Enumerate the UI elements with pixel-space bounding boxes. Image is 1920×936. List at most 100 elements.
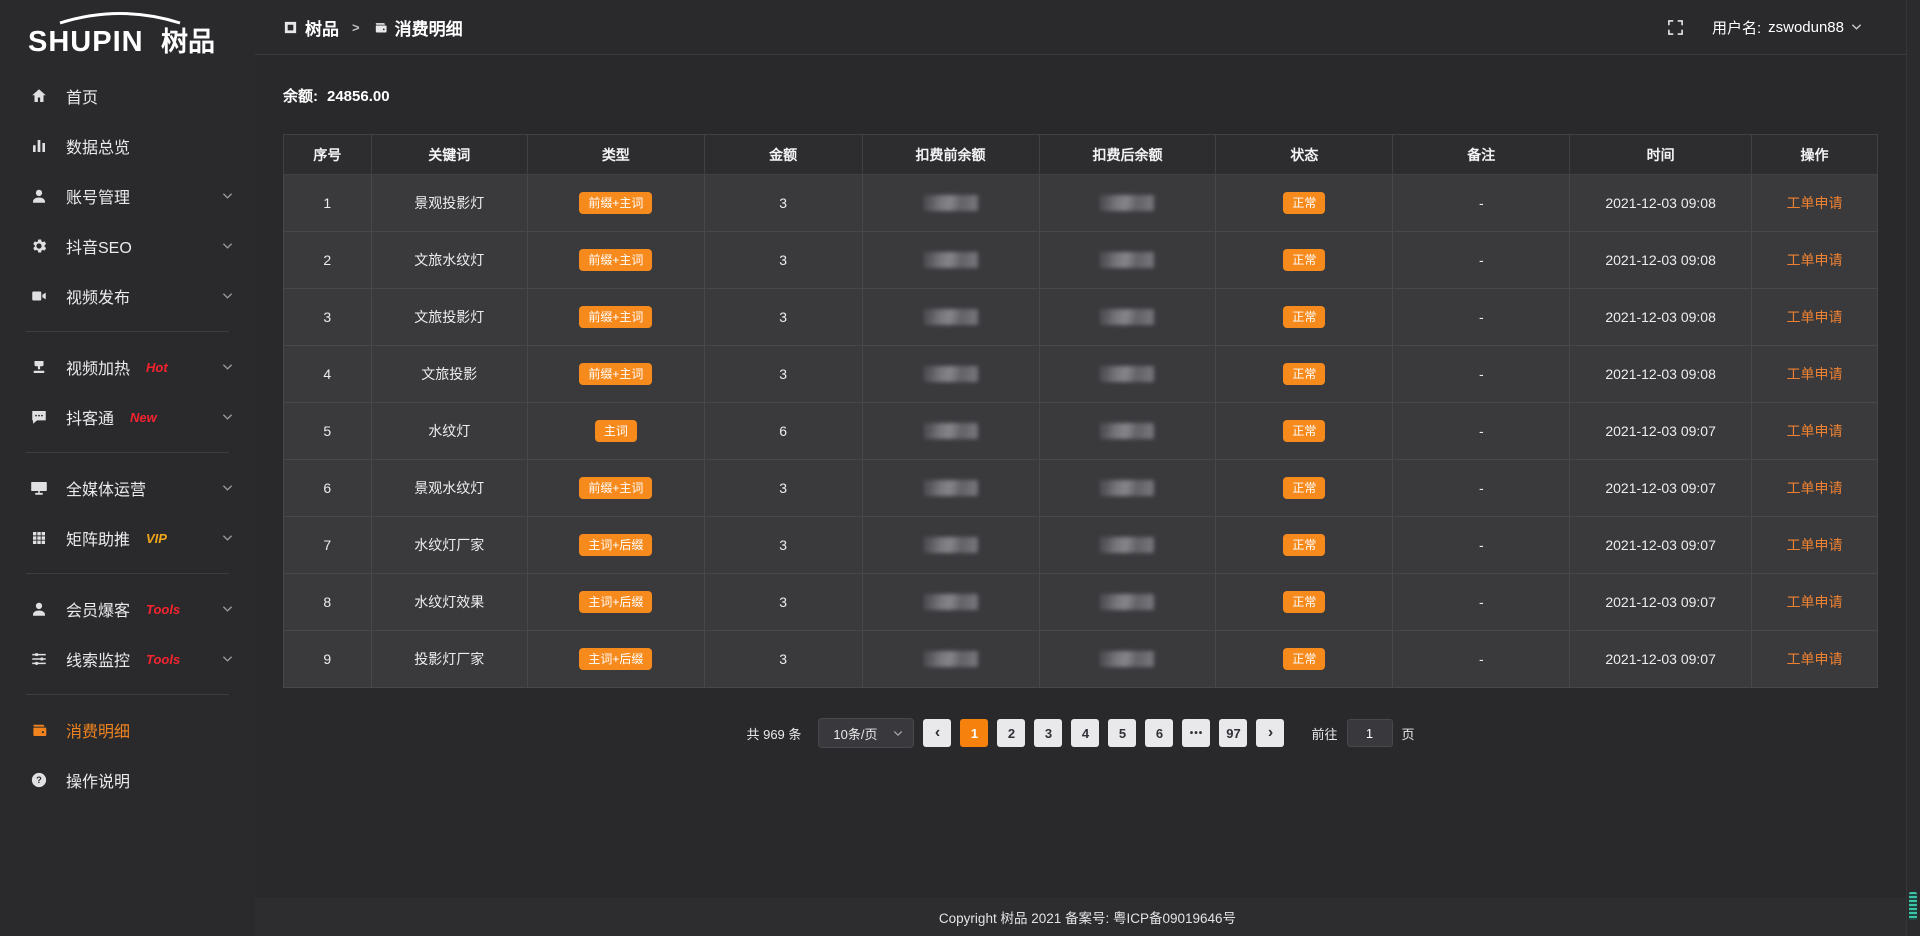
sidebar-item-label: 视频发布 — [66, 284, 130, 308]
masked-value — [924, 480, 978, 496]
page-button-1[interactable]: 1 — [960, 719, 988, 747]
chevron-down-icon — [222, 242, 233, 250]
cell-seq: 5 — [284, 403, 372, 460]
sidebar-item-consumption-detail[interactable]: 消费明细 — [0, 705, 255, 755]
masked-value — [1100, 594, 1154, 610]
type-badge: 前缀+主词 — [579, 306, 652, 328]
work-order-apply-link[interactable]: 工单申请 — [1786, 537, 1842, 553]
prev-page-button[interactable]: ‹ — [923, 719, 951, 747]
page-scrollbar[interactable] — [1906, 0, 1920, 936]
work-order-apply-link[interactable]: 工单申请 — [1786, 309, 1842, 325]
user-menu[interactable]: 用户名: zswodun88 — [1712, 17, 1862, 38]
cell-balance-before — [862, 175, 1039, 232]
sidebar-item-clue-monitor[interactable]: 线索监控Tools — [0, 634, 255, 684]
masked-value — [924, 594, 978, 610]
cell-balance-after — [1039, 517, 1216, 574]
work-order-apply-link[interactable]: 工单申请 — [1786, 366, 1842, 382]
next-page-button[interactable]: › — [1256, 719, 1284, 747]
page-button-5[interactable]: 5 — [1108, 719, 1136, 747]
page-list: 123456 ••• 97 — [960, 719, 1247, 747]
cell-status: 正常 — [1216, 460, 1393, 517]
cell-type: 前缀+主词 — [527, 346, 704, 403]
cell-action: 工单申请 — [1751, 289, 1877, 346]
table-row: 8水纹灯效果主词+后缀3正常-2021-12-03 09:07工单申请 — [284, 574, 1878, 631]
cell-balance-after — [1039, 403, 1216, 460]
masked-value — [924, 252, 978, 268]
wallet-icon — [373, 20, 388, 35]
cell-balance-before — [862, 232, 1039, 289]
footer: Copyright 树品 2021 备案号: 粤ICP备09019646号 — [255, 898, 1920, 936]
cell-action: 工单申请 — [1751, 574, 1877, 631]
page-button-3[interactable]: 3 — [1034, 719, 1062, 747]
cell-keyword: 景观投影灯 — [371, 175, 527, 232]
type-badge: 主词+后缀 — [579, 648, 652, 670]
cell-seq: 6 — [284, 460, 372, 517]
cell-seq: 7 — [284, 517, 372, 574]
gear-icon — [30, 236, 50, 256]
sidebar-item-label: 抖音SEO — [66, 234, 132, 258]
work-order-apply-link[interactable]: 工单申请 — [1786, 252, 1842, 268]
type-badge: 主词 — [595, 420, 637, 442]
cell-time: 2021-12-03 09:07 — [1570, 631, 1752, 688]
sidebar-item-video-publish[interactable]: 视频发布 — [0, 271, 255, 321]
column-header-amount: 金额 — [704, 135, 862, 175]
video-camera-icon — [30, 286, 50, 306]
shupin-logo: SHUPIN 树品 — [0, 0, 255, 71]
sidebar-item-douyin-seo[interactable]: 抖音SEO — [0, 221, 255, 271]
sidebar-item-data-overview[interactable]: 数据总览 — [0, 121, 255, 171]
breadcrumb-item-shupin[interactable]: 树品 — [283, 15, 339, 40]
goto-page-input[interactable] — [1347, 719, 1393, 747]
cell-action: 工单申请 — [1751, 346, 1877, 403]
heat-icon — [30, 357, 50, 377]
sidebar-item-account-management[interactable]: 账号管理 — [0, 171, 255, 221]
cell-note: - — [1393, 289, 1570, 346]
page-button-4[interactable]: 4 — [1071, 719, 1099, 747]
logo-text-cn: 树品 — [161, 27, 215, 57]
status-badge: 正常 — [1283, 249, 1325, 271]
sidebar-item-tag: Tools — [146, 652, 180, 667]
ellipsis-button[interactable]: ••• — [1182, 719, 1210, 747]
status-badge: 正常 — [1283, 363, 1325, 385]
work-order-apply-link[interactable]: 工单申请 — [1786, 651, 1842, 667]
cell-status: 正常 — [1216, 232, 1393, 289]
page-button-2[interactable]: 2 — [997, 719, 1025, 747]
cell-balance-after — [1039, 289, 1216, 346]
page-button-97[interactable]: 97 — [1219, 719, 1247, 747]
cell-amount: 6 — [704, 403, 862, 460]
sidebar-item-member-baoke[interactable]: 会员爆客Tools — [0, 584, 255, 634]
work-order-apply-link[interactable]: 工单申请 — [1786, 195, 1842, 211]
sidebar-item-video-heat[interactable]: 视频加热 Hot — [0, 342, 255, 392]
work-order-apply-link[interactable]: 工单申请 — [1786, 480, 1842, 496]
user-icon — [30, 186, 50, 206]
column-header-action: 操作 — [1751, 135, 1877, 175]
work-order-apply-link[interactable]: 工单申请 — [1786, 594, 1842, 610]
page-button-6[interactable]: 6 — [1145, 719, 1173, 747]
page-size-select[interactable]: 10条/页 — [818, 718, 914, 748]
cell-keyword: 水纹灯 — [371, 403, 527, 460]
sidebar-item-all-media-operation[interactable]: 全媒体运营 — [0, 463, 255, 513]
sidebar-item-matrix-boost[interactable]: 矩阵助推VIP — [0, 513, 255, 563]
cell-balance-before — [862, 403, 1039, 460]
chevron-down-icon — [222, 292, 233, 300]
cell-keyword: 水纹灯效果 — [371, 574, 527, 631]
masked-value — [924, 651, 978, 667]
sidebar-item-label: 全媒体运营 — [66, 476, 146, 500]
sidebar-item-label: 视频加热 — [66, 355, 130, 379]
sidebar-item-douketong[interactable]: 抖客通New — [0, 392, 255, 442]
breadcrumb-item-consumption-detail[interactable]: 消费明细 — [373, 15, 463, 40]
topbar: 树品 > 消费明细 用户名: zswodun88 — [255, 0, 1920, 55]
svg-text:?: ? — [36, 775, 42, 785]
goto-suffix: 页 — [1402, 724, 1415, 743]
cell-amount: 3 — [704, 574, 862, 631]
sidebar-item-operation-guide[interactable]: ?操作说明 — [0, 755, 255, 805]
breadcrumb-separator: > — [352, 20, 360, 35]
fullscreen-icon[interactable] — [1667, 19, 1684, 36]
sidebar-item-label: 抖客通 — [66, 405, 114, 429]
cell-type: 前缀+主词 — [527, 289, 704, 346]
sidebar-item-home[interactable]: 首页 — [0, 71, 255, 121]
status-badge: 正常 — [1283, 420, 1325, 442]
sidebar-item-tag: Hot — [146, 360, 168, 375]
masked-value — [1100, 366, 1154, 382]
work-order-apply-link[interactable]: 工单申请 — [1786, 423, 1842, 439]
masked-value — [924, 423, 978, 439]
